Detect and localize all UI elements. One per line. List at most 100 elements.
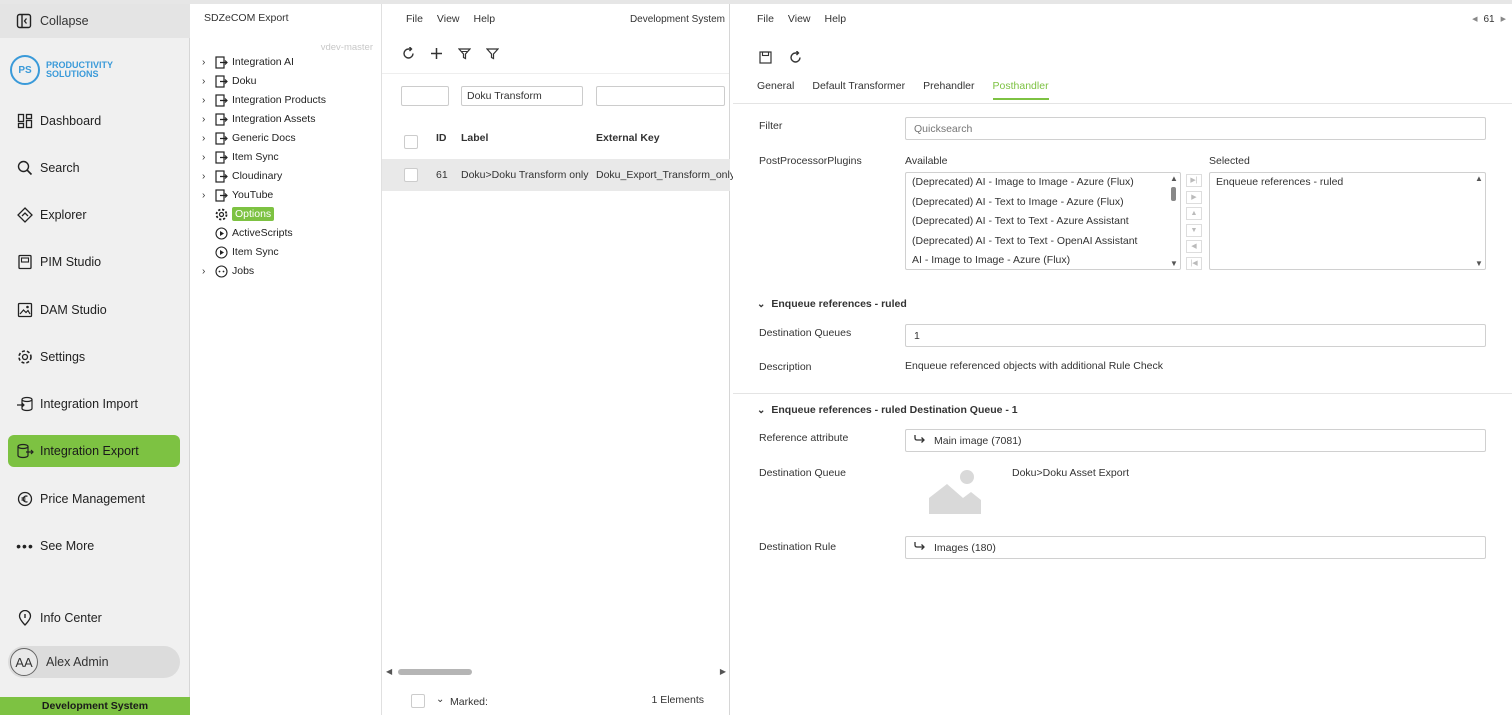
- chevron-right-icon[interactable]: ›: [202, 152, 212, 163]
- tree-node-cloudinary[interactable]: › Cloudinary: [202, 167, 282, 185]
- filter-icon[interactable]: [484, 46, 500, 62]
- chevron-down-icon[interactable]: ⌄: [436, 694, 444, 705]
- chevron-right-icon[interactable]: ›: [202, 95, 212, 106]
- filter-settings-icon[interactable]: [456, 46, 472, 62]
- scroll-left-icon[interactable]: ◀: [386, 667, 392, 676]
- scroll-down-icon[interactable]: ▼: [1475, 259, 1483, 268]
- chevron-right-icon[interactable]: ›: [202, 133, 212, 144]
- tree-node-integration-products[interactable]: › Integration Products: [202, 91, 326, 109]
- selected-plugins-list[interactable]: Enqueue references - ruled ▲ ▼: [1209, 172, 1486, 270]
- collapse-label: Collapse: [40, 14, 89, 28]
- column-header-label[interactable]: Label: [461, 132, 488, 144]
- move-up-icon[interactable]: ▲: [1186, 207, 1202, 220]
- section-destination-queue[interactable]: ⌄ Enqueue references - ruled Destination…: [757, 404, 1018, 416]
- section-enqueue-references[interactable]: ⌄ Enqueue references - ruled: [757, 298, 907, 310]
- tab-general[interactable]: General: [757, 80, 794, 100]
- vertical-scrollbar[interactable]: ▲ ▼: [1168, 173, 1180, 269]
- nav-dashboard[interactable]: Dashboard: [8, 105, 180, 137]
- label-filter-input[interactable]: Doku Transform: [461, 86, 583, 106]
- scrollbar-thumb[interactable]: [1171, 187, 1176, 201]
- nav-price-management[interactable]: Price Management: [8, 483, 180, 515]
- nav-settings[interactable]: Settings: [8, 341, 180, 373]
- chevron-right-icon[interactable]: ›: [202, 171, 212, 182]
- refresh-icon[interactable]: [787, 49, 803, 65]
- tree-node-doku[interactable]: › Doku: [202, 72, 257, 90]
- chevron-right-icon[interactable]: ›: [202, 190, 212, 201]
- row-checkbox[interactable]: [404, 168, 418, 182]
- nav-info-center[interactable]: Info Center: [8, 602, 180, 634]
- chevron-right-icon[interactable]: ›: [202, 76, 212, 87]
- list-item[interactable]: (Deprecated) AI - Text to Text - OpenAI …: [906, 232, 1180, 252]
- menu-view[interactable]: View: [437, 13, 460, 25]
- tab-posthandler[interactable]: Posthandler: [992, 80, 1049, 100]
- list-item[interactable]: (Deprecated) AI - Image to Image - Azure…: [906, 173, 1180, 193]
- scroll-right-icon[interactable]: ▶: [720, 667, 726, 676]
- nav-integration-export[interactable]: Integration Export: [8, 435, 180, 467]
- nav-explorer[interactable]: Explorer: [8, 199, 180, 231]
- chevron-down-icon[interactable]: ⌄: [757, 405, 765, 416]
- destination-queues-input[interactable]: 1: [905, 324, 1486, 347]
- vertical-scrollbar[interactable]: ▲ ▼: [1473, 173, 1485, 269]
- move-right-icon[interactable]: ▶: [1186, 190, 1202, 204]
- column-header-external-key[interactable]: External Key: [596, 132, 660, 144]
- scroll-down-icon[interactable]: ▼: [1170, 259, 1178, 268]
- tab-default-transformer[interactable]: Default Transformer: [812, 80, 905, 100]
- menu-help[interactable]: Help: [474, 13, 496, 25]
- save-icon[interactable]: [757, 49, 773, 65]
- scrollbar-thumb[interactable]: [398, 669, 472, 675]
- chevron-down-icon[interactable]: ⌄: [757, 299, 765, 310]
- id-filter-input[interactable]: [401, 86, 449, 106]
- scroll-up-icon[interactable]: ▲: [1170, 174, 1178, 183]
- next-record-icon[interactable]: ▶: [1501, 15, 1506, 23]
- list-item[interactable]: (Deprecated) AI - Text to Image - Azure …: [906, 193, 1180, 213]
- tree-node-generic-docs[interactable]: › Generic Docs: [202, 129, 296, 147]
- import-icon: [16, 395, 34, 413]
- tab-divider: [733, 103, 1512, 104]
- column-header-id[interactable]: ID: [436, 132, 447, 144]
- nav-see-more[interactable]: ••• See More: [8, 530, 180, 562]
- quicksearch-input[interactable]: [905, 117, 1486, 140]
- move-all-left-icon[interactable]: |◀: [1186, 256, 1202, 270]
- tab-prehandler[interactable]: Prehandler: [923, 80, 974, 100]
- collapse-button[interactable]: Collapse: [0, 4, 190, 38]
- chevron-right-icon[interactable]: ›: [202, 57, 212, 68]
- menu-help[interactable]: Help: [825, 13, 847, 25]
- menu-view[interactable]: View: [788, 13, 811, 25]
- menu-file[interactable]: File: [757, 13, 774, 25]
- list-item[interactable]: (Deprecated) AI - Text to Text - Azure A…: [906, 212, 1180, 232]
- available-plugins-list[interactable]: (Deprecated) AI - Image to Image - Azure…: [905, 172, 1181, 270]
- nav-pim-studio[interactable]: PIM Studio: [8, 246, 180, 278]
- chevron-right-icon[interactable]: ›: [202, 266, 212, 277]
- tree-node-activescripts[interactable]: ActiveScripts: [202, 224, 293, 242]
- previous-record-icon[interactable]: ◀: [1472, 15, 1477, 23]
- tree-node-options[interactable]: Options: [202, 205, 275, 223]
- horizontal-scrollbar[interactable]: ◀ ▶: [386, 666, 726, 676]
- move-all-right-icon[interactable]: ▶|: [1186, 174, 1202, 187]
- select-all-checkbox[interactable]: [404, 135, 418, 149]
- marked-checkbox[interactable]: [411, 694, 425, 708]
- move-left-icon[interactable]: ◀: [1186, 240, 1202, 253]
- tree-node-jobs[interactable]: › Jobs: [202, 262, 254, 280]
- scroll-up-icon[interactable]: ▲: [1475, 174, 1483, 183]
- list-item[interactable]: Enqueue references - ruled: [1210, 173, 1485, 193]
- destination-rule-field[interactable]: Images (180): [905, 536, 1486, 559]
- tree-node-item-sync-script[interactable]: Item Sync: [202, 243, 279, 261]
- nav-dam-studio[interactable]: DAM Studio: [8, 294, 180, 326]
- tree-node-youtube[interactable]: › YouTube: [202, 186, 273, 204]
- refresh-icon[interactable]: [400, 46, 416, 62]
- nav-integration-import[interactable]: Integration Import: [8, 388, 180, 420]
- add-icon[interactable]: [428, 46, 444, 62]
- reference-attribute-field[interactable]: Main image (7081): [905, 429, 1486, 452]
- table-row[interactable]: 61 Doku>Doku Transform only Doku_Export_…: [382, 159, 735, 191]
- destination-queue-value[interactable]: Doku>Doku Asset Export: [1012, 467, 1129, 479]
- tree-node-item-sync[interactable]: › Item Sync: [202, 148, 279, 166]
- tree-node-integration-ai[interactable]: › Integration AI: [202, 53, 294, 71]
- user-profile[interactable]: AA Alex Admin: [8, 646, 180, 678]
- external-key-filter-input[interactable]: [596, 86, 725, 106]
- menu-file[interactable]: File: [406, 13, 423, 25]
- nav-search[interactable]: Search: [8, 152, 180, 184]
- list-item[interactable]: AI - Image to Image - Azure (Flux): [906, 251, 1180, 269]
- chevron-right-icon[interactable]: ›: [202, 114, 212, 125]
- move-down-icon[interactable]: ▼: [1186, 223, 1202, 237]
- tree-node-integration-assets[interactable]: › Integration Assets: [202, 110, 315, 128]
